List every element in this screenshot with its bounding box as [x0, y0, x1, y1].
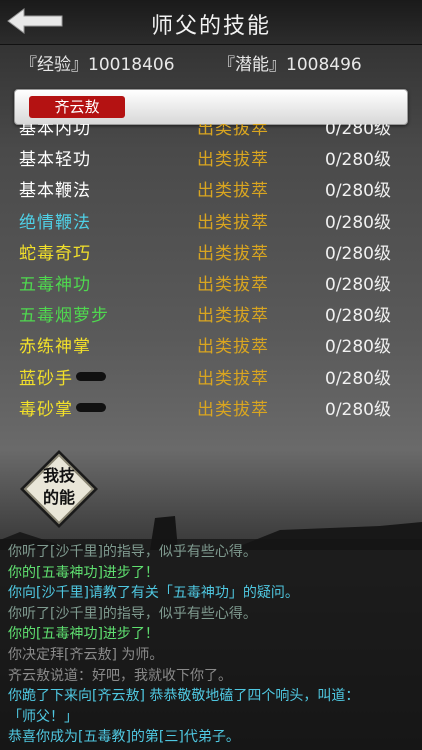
potential-label: 『潜能』 — [218, 55, 286, 75]
skill-name: 基本轻功 — [19, 150, 91, 171]
skill-rank: 出类拔萃 — [197, 368, 269, 389]
log-line: 你听了[沙千里]的指导，似乎有些心得。 — [8, 544, 257, 560]
log-line: 你跪了下来向[齐云敖] 恭恭敬敬地磕了四个响头，叫道： — [8, 688, 360, 705]
skill-level: 0/280级 — [325, 243, 391, 264]
skill-level: 0/280级 — [325, 337, 391, 358]
skill-row[interactable]: 五毒烟萝步 出类拔萃 0/280级 — [0, 298, 422, 329]
skill-name: 绝情鞭法 — [19, 212, 91, 233]
skill-rank: 出类拔萃 — [197, 306, 269, 327]
skill-level: 0/280级 — [325, 124, 391, 139]
stats-bar: 『经验』10018406 『潜能』1008496 — [0, 48, 422, 76]
skill-level: 0/280级 — [325, 368, 391, 389]
skill-rank: 出类拔萃 — [197, 275, 269, 295]
skill-name: 五毒烟萝步 — [19, 306, 109, 327]
skill-level: 0/280级 — [325, 306, 391, 327]
message-log[interactable]: 你听了[沙千里]的指导，似乎有些心得。 你的[五毒神功]进步了！ 你向[沙千里]请教… — [0, 539, 422, 750]
skill-level: 0/280级 — [325, 181, 391, 202]
ink-smear — [76, 402, 106, 412]
potential-stat: 『潜能』1008496 — [218, 50, 362, 75]
skill-name: 基本内功 — [19, 124, 91, 139]
log-line: 「师父！」 — [8, 708, 78, 725]
exp-stat: 『经验』10018406 — [20, 50, 175, 75]
skill-level: 0/280级 — [325, 275, 391, 295]
skill-rank: 出类拔萃 — [197, 124, 269, 139]
potential-value: 1008496 — [286, 55, 362, 75]
skill-level: 0/280级 — [325, 150, 391, 171]
ink-smear — [76, 371, 106, 381]
log-line: 你听了[沙千里]的指导，似乎有些心得。 — [8, 605, 257, 622]
skill-rank: 出类拔萃 — [197, 337, 269, 358]
log-line: 恭喜你成为[五毒教]的第[三]代弟子。 — [8, 729, 240, 746]
page-title: 师父的技能 — [150, 14, 271, 39]
skill-row[interactable]: 绝情鞭法 出类拔萃 0/280级 — [0, 205, 422, 236]
title-bar: 师父的技能 — [0, 0, 422, 45]
skill-rank: 出类拔萃 — [197, 181, 269, 202]
skill-list[interactable]: 基本内功 出类拔萃 0/280级 基本轻功 出类拔萃 0/280级 基本鞭法 出类拔萃 0/28… — [0, 124, 422, 430]
skill-rank: 出类拔萃 — [197, 212, 269, 233]
exp-label: 『经验』 — [20, 55, 88, 75]
skill-name: 毒砂掌 — [19, 399, 73, 420]
log-line: 你向[沙千里]请教了有关「五毒神功」的疑问。 — [8, 585, 299, 602]
skill-row[interactable]: 基本轻功 出类拔萃 0/280级 — [0, 142, 422, 173]
log-line: 你的[五毒神功]进步了！ — [8, 626, 159, 643]
log-line: 齐云敖说道：好吧，我就收下你了。 — [8, 667, 232, 684]
skill-name: 五毒神功 — [19, 275, 91, 295]
skill-row[interactable]: 基本内功 出类拔萃 0/280级 — [0, 124, 422, 142]
skill-row[interactable]: 基本鞭法 出类拔萃 0/280级 — [0, 173, 422, 204]
skill-name: 蛇毒奇巧 — [19, 243, 91, 264]
master-name-tag: 齐云敖 — [29, 96, 125, 118]
skill-row[interactable]: 毒砂掌 出类拔萃 0/280级 — [0, 392, 422, 423]
skill-name: 蓝砂手 — [19, 368, 73, 389]
skill-level: 0/280级 — [325, 399, 391, 420]
skill-row[interactable]: 赤练神掌 出类拔萃 0/280级 — [0, 329, 422, 360]
log-line: 你决定拜[齐云敖] 为师。 — [8, 647, 164, 663]
log-line: 你的[五毒神功]进步了！ — [8, 564, 159, 581]
skill-row[interactable]: 五毒神功 出类拔萃 0/280级 — [0, 267, 422, 298]
skill-name: 赤练神掌 — [19, 337, 91, 358]
exp-value: 10018406 — [88, 55, 175, 75]
skill-level: 0/280级 — [325, 212, 391, 233]
master-selector[interactable]: 齐云敖 — [14, 89, 408, 125]
skill-rank: 出类拔萃 — [197, 150, 269, 171]
my-skills-label-line1: 我技 — [42, 466, 75, 485]
skill-rank: 出类拔萃 — [197, 243, 269, 264]
skill-name: 基本鞭法 — [19, 181, 91, 202]
skill-rank: 出类拔萃 — [197, 399, 269, 420]
skill-row[interactable]: 蛇毒奇巧 出类拔萃 0/280级 — [0, 236, 422, 267]
skill-row[interactable]: 蓝砂手 出类拔萃 0/280级 — [0, 361, 422, 392]
